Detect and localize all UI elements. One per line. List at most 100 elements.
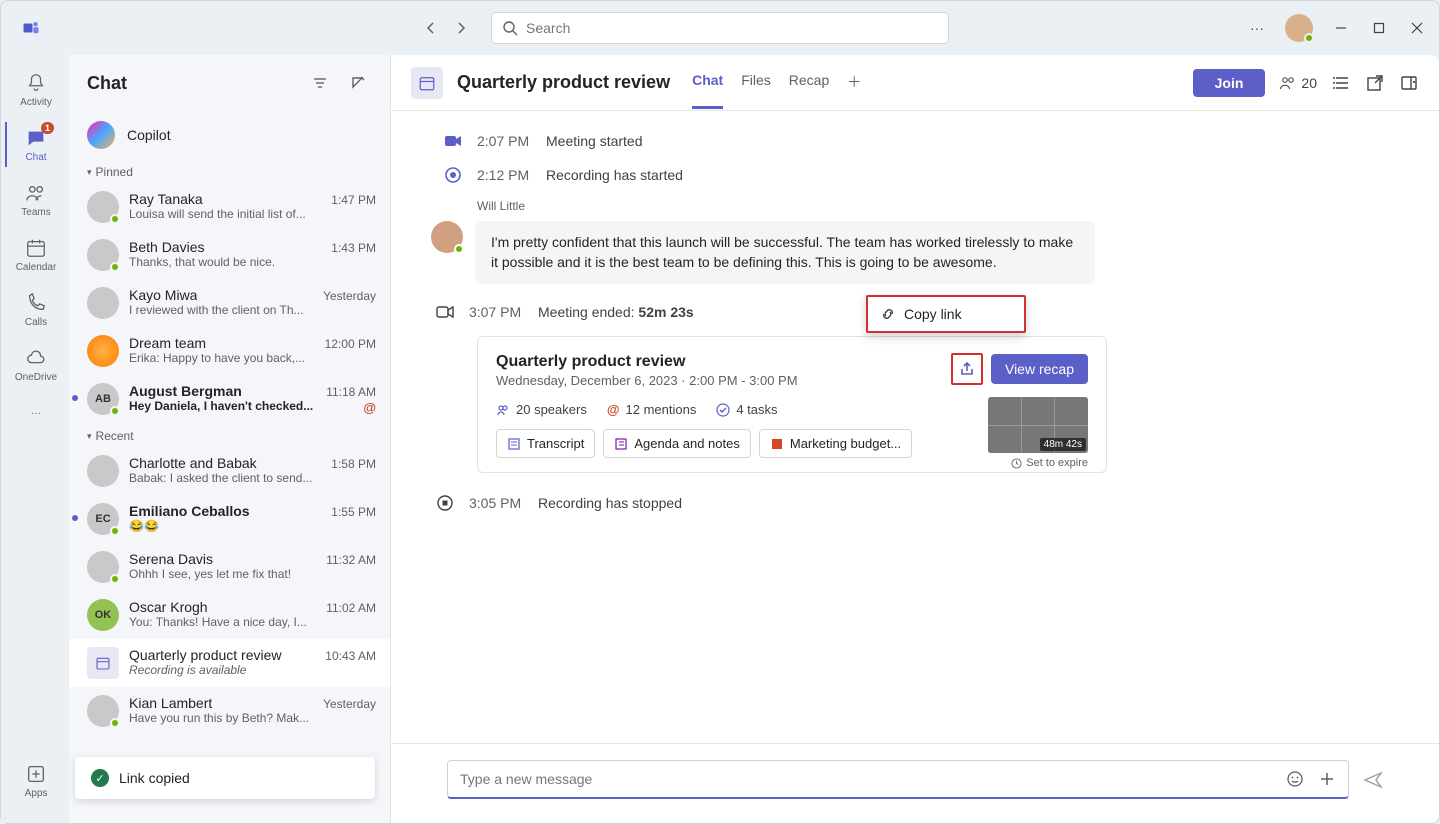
copy-link-tooltip[interactable]: Copy link: [866, 295, 1026, 333]
powerpoint-icon: [770, 437, 784, 451]
chat-preview: You: Thanks! Have a nice day, I...: [129, 615, 376, 629]
apps-icon: [24, 762, 48, 786]
new-chat-icon[interactable]: [344, 69, 372, 97]
share-recap-button[interactable]: [951, 353, 983, 385]
window-minimize[interactable]: [1331, 18, 1351, 38]
rail-activity[interactable]: Activity: [5, 67, 65, 112]
join-button[interactable]: Join: [1193, 69, 1266, 97]
more-options-icon[interactable]: ···: [1247, 18, 1267, 38]
chat-item[interactable]: Kian Lambert YesterdayHave you run this b…: [69, 687, 390, 735]
cloud-icon: [24, 346, 48, 370]
chat-name: Beth Davies: [129, 239, 204, 255]
chat-time: 10:43 AM: [325, 649, 376, 663]
panel-icon[interactable]: [1399, 73, 1419, 93]
stop-icon: [435, 493, 455, 513]
chat-item[interactable]: Dream team12:00 PMErika: Happy to have y…: [69, 327, 390, 375]
rail-apps[interactable]: Apps: [5, 758, 65, 803]
nav-forward[interactable]: [451, 18, 471, 38]
chat-item[interactable]: Serena Davis11:32 AMOhhh I see, yes let …: [69, 543, 390, 591]
chat-avatar: [87, 647, 119, 679]
nav-back[interactable]: [421, 18, 441, 38]
chat-name: Emiliano Ceballos: [129, 503, 250, 519]
popout-icon[interactable]: [1365, 73, 1385, 93]
chat-avatar: [87, 335, 119, 367]
video-icon: [443, 131, 463, 151]
section-pinned[interactable]: Pinned: [69, 159, 390, 183]
participant-count[interactable]: 20: [1279, 74, 1317, 92]
link-icon: [880, 306, 896, 322]
chip-budget[interactable]: Marketing budget...: [759, 429, 912, 458]
message-bubble: I'm pretty confident that this launch wi…: [475, 221, 1095, 284]
recording-stopped-row: 3:05 PM Recording has stopped: [435, 493, 1415, 513]
emoji-icon[interactable]: [1286, 770, 1304, 788]
tab-recap[interactable]: Recap: [789, 56, 829, 109]
recording-started-row: 2:12 PM Recording has started: [443, 165, 1415, 185]
people-icon: [1279, 74, 1297, 92]
chat-avatar: EC: [87, 503, 119, 535]
video-outline-icon: [435, 302, 455, 322]
recap-thumbnail[interactable]: 48m 42s: [988, 397, 1088, 453]
rail-label: Calls: [25, 317, 47, 328]
chat-preview: Louisa will send the initial list of...: [129, 207, 376, 221]
rail-label: Teams: [21, 207, 50, 218]
chat-preview: Have you run this by Beth? Mak...: [129, 711, 376, 725]
rail-calendar[interactable]: Calendar: [5, 232, 65, 277]
search-box[interactable]: [491, 12, 949, 44]
rail-onedrive[interactable]: OneDrive: [5, 342, 65, 387]
chat-name: Ray Tanaka: [129, 191, 203, 207]
chat-item[interactable]: Charlotte and Babak1:58 PMBabak: I asked…: [69, 447, 390, 495]
message-avatar[interactable]: [431, 221, 463, 253]
compose-box[interactable]: [447, 760, 1349, 799]
section-recent[interactable]: Recent: [69, 423, 390, 447]
clock-icon: [1011, 458, 1022, 469]
chat-name: Kian Lambert: [129, 695, 212, 711]
chat-item[interactable]: Kayo MiwaYesterdayI reviewed with the cl…: [69, 279, 390, 327]
tab-chat[interactable]: Chat: [692, 56, 723, 109]
tasks-icon: [716, 403, 730, 417]
chat-item[interactable]: Beth Davies1:43 PMThanks, that would be …: [69, 231, 390, 279]
rail-more[interactable]: ···: [5, 397, 65, 429]
tab-files[interactable]: Files: [741, 56, 771, 109]
rail-teams[interactable]: Teams: [5, 177, 65, 222]
chat-name: Serena Davis: [129, 551, 213, 567]
window-maximize[interactable]: [1369, 18, 1389, 38]
chat-name: Kayo Miwa: [129, 287, 197, 303]
mention-icon: @: [607, 402, 620, 417]
plus-icon[interactable]: [1318, 770, 1336, 788]
titlebar: ···: [1, 1, 1439, 55]
chat-item[interactable]: Quarterly product review10:43 AMRecordin…: [69, 639, 390, 687]
rail-label: Activity: [20, 97, 52, 108]
copilot-item[interactable]: Copilot: [69, 111, 390, 159]
chat-time: Yesterday: [323, 697, 376, 711]
filter-icon[interactable]: [306, 69, 334, 97]
chat-item[interactable]: ABAugust Bergman11:18 AMHey Daniela, I h…: [69, 375, 390, 423]
compose-input[interactable]: [460, 771, 1286, 787]
chat-avatar: [87, 239, 119, 271]
chat-avatar: [87, 455, 119, 487]
rail-label: Chat: [25, 152, 46, 163]
window-close[interactable]: [1407, 18, 1427, 38]
meeting-started-row: 2:07 PM Meeting started: [443, 131, 1415, 151]
recap-subtitle: Wednesday, December 6, 2023 · 2:00 PM - …: [496, 373, 798, 388]
user-avatar[interactable]: [1285, 14, 1313, 42]
view-recap-button[interactable]: View recap: [991, 354, 1088, 384]
send-icon[interactable]: [1363, 770, 1383, 790]
rail-chat[interactable]: 1 Chat: [5, 122, 65, 167]
search-input[interactable]: [526, 20, 938, 36]
composer: [391, 743, 1439, 823]
recap-expire: Set to expire: [1011, 457, 1088, 469]
chat-icon: 1: [24, 126, 48, 150]
chip-transcript[interactable]: Transcript: [496, 429, 595, 458]
add-tab[interactable]: ＋: [847, 56, 861, 109]
search-icon: [502, 20, 518, 36]
chat-item[interactable]: Ray Tanaka1:47 PMLouisa will send the in…: [69, 183, 390, 231]
conversation-pane: Quarterly product review Chat Files Reca…: [391, 55, 1439, 823]
chat-item[interactable]: ECEmiliano Ceballos1:55 PM😂😂: [69, 495, 390, 543]
message-row: Will Little: [431, 199, 1415, 217]
list-icon[interactable]: [1331, 73, 1351, 93]
chip-agenda[interactable]: Agenda and notes: [603, 429, 751, 458]
rail-calls[interactable]: Calls: [5, 287, 65, 332]
copilot-label: Copilot: [127, 127, 171, 143]
chat-item[interactable]: OKOscar Krogh11:02 AMYou: Thanks! Have a…: [69, 591, 390, 639]
chat-avatar: [87, 287, 119, 319]
